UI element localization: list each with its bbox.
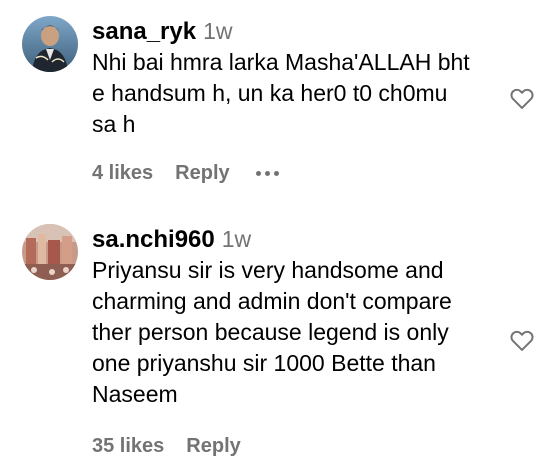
timestamp: 1w	[221, 226, 252, 252]
likes-count[interactable]: 35 likes	[92, 435, 164, 458]
comment-text: Nhi bai hmra larka Masha'ALLAH bht e han…	[92, 47, 492, 140]
reply-button[interactable]: Reply	[186, 435, 240, 458]
comment-actions: 35 likes Reply	[92, 435, 241, 458]
username[interactable]: sana_ryk	[92, 18, 196, 46]
comment-actions: 4 likes Reply	[92, 162, 279, 185]
heart-outline-icon[interactable]	[508, 84, 536, 112]
username[interactable]: sa.nchi960	[92, 226, 215, 254]
comment-header: sa.nchi960 1w	[92, 226, 492, 254]
dot	[273, 171, 279, 176]
avatar[interactable]	[22, 16, 78, 72]
comment-text-line: Priyansu sir is very handsome and	[92, 257, 444, 283]
dot	[255, 171, 261, 176]
likes-count[interactable]: 4 likes	[92, 162, 153, 185]
comment-text-line: Nhi bai hmra larka Masha'ALLAH bht	[92, 49, 470, 75]
comment-header: sana_ryk 1w	[92, 18, 492, 46]
avatar[interactable]	[22, 224, 78, 280]
dot	[264, 171, 270, 176]
comment-text: Priyansu sir is very handsome and charmi…	[92, 255, 492, 410]
comment-text-line: one priyanshu sir 1000 Bette than	[92, 350, 436, 376]
timestamp: 1w	[203, 18, 233, 44]
comment-text-line: e handsum h, un ka her0 t0 ch0mu	[92, 80, 448, 106]
comment-text-line: Naseem	[92, 381, 178, 407]
comment-text-line: ther person because legend is only	[92, 319, 449, 345]
comment-text-line: sa h	[92, 111, 136, 137]
comment-text-line: charming and admin don't compare	[92, 288, 452, 314]
heart-outline-icon[interactable]	[508, 326, 536, 354]
more-options-icon[interactable]	[255, 171, 279, 176]
reply-button[interactable]: Reply	[175, 162, 229, 185]
